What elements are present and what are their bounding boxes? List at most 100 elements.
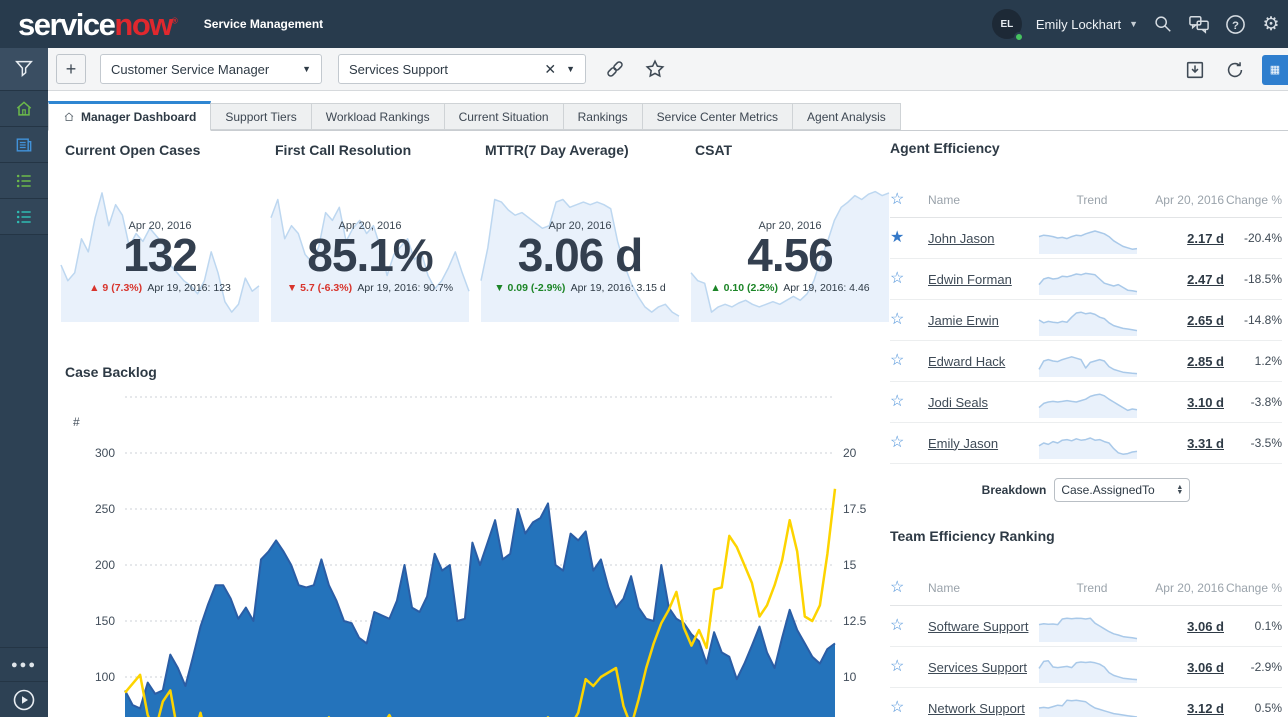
agent-table-header: ☆ Name Trend Apr 20, 2016 Change %: [890, 182, 1282, 218]
clear-filter-icon[interactable]: ✕: [544, 61, 556, 78]
tab-support-tiers[interactable]: Support Tiers: [211, 103, 311, 130]
favorite-star-icon[interactable]: [644, 58, 666, 80]
registered-mark: ®: [172, 16, 178, 25]
play-button[interactable]: [0, 681, 48, 717]
column-name[interactable]: Name: [928, 581, 1038, 595]
gear-icon[interactable]: ⚙: [1260, 13, 1282, 35]
column-trend[interactable]: Trend: [1038, 581, 1146, 595]
favorite-star-icon[interactable]: ☆: [890, 394, 928, 410]
dashboard-toolbar: + Customer Service Manager ▼ Services Su…: [48, 48, 1288, 91]
favorite-star-icon[interactable]: ☆: [890, 312, 928, 328]
play-icon: [12, 688, 36, 712]
agent-name-link[interactable]: John Jason: [928, 231, 1038, 246]
metric-value-link[interactable]: 3.06 d: [1146, 660, 1224, 675]
tab-label: Agent Analysis: [807, 110, 886, 124]
agent-name-link[interactable]: Jamie Erwin: [928, 313, 1038, 328]
metric-value-link[interactable]: 3.31 d: [1146, 436, 1224, 451]
kpi-mttr[interactable]: MTTR(7 Day Average) Apr 20, 2016 3.06 d …: [480, 142, 680, 324]
kpi-delta: ▲ 9 (7.3%) Apr 19, 2016: 123: [60, 282, 260, 294]
funnel-icon: [13, 58, 35, 80]
more-options-icon[interactable]: ●●●: [0, 647, 48, 681]
change-percent: 0.1%: [1224, 619, 1282, 633]
trend-sparkline: [1038, 610, 1138, 642]
svg-text:150: 150: [95, 614, 115, 628]
metric-value-link[interactable]: 3.06 d: [1146, 619, 1224, 634]
tab-manager-dashboard[interactable]: Manager Dashboard: [48, 101, 211, 131]
star-column-icon[interactable]: ☆: [890, 192, 928, 208]
favorite-star-icon[interactable]: ☆: [890, 435, 928, 451]
team-name-link[interactable]: Services Support: [928, 660, 1038, 675]
kpi-delta-change: ▲ 9 (7.3%): [89, 282, 142, 294]
export-icon[interactable]: [1184, 59, 1206, 81]
change-percent: -18.5%: [1224, 272, 1282, 286]
kpi-csat[interactable]: CSAT Apr 20, 2016 4.56 ▲ 0.10 (2.2%) Apr…: [690, 142, 890, 324]
help-icon[interactable]: ?: [1224, 13, 1246, 35]
sidebar-item-list-green[interactable]: [0, 163, 48, 199]
case-backlog-chart[interactable]: 300250200150100#2017.51512.510: [60, 390, 880, 717]
favorite-star-icon[interactable]: ☆: [890, 353, 928, 369]
sidebar-item-home[interactable]: [0, 91, 48, 127]
star-column-icon[interactable]: ☆: [890, 580, 928, 596]
sidebar-item-reports[interactable]: [0, 127, 48, 163]
breakdown-filter-picker[interactable]: Services Support ✕ ▼: [338, 54, 586, 84]
tab-workload-rankings[interactable]: Workload Rankings: [312, 103, 445, 130]
team-name-link[interactable]: Network Support: [928, 701, 1038, 716]
metric-value-link[interactable]: 2.85 d: [1146, 354, 1224, 369]
favorite-star-icon[interactable]: ☆: [890, 659, 928, 675]
link-icon[interactable]: [604, 58, 626, 80]
chat-icon[interactable]: [1188, 13, 1210, 35]
kpi-delta-change: ▲ 0.10 (2.2%): [710, 282, 778, 294]
column-change[interactable]: Change %: [1224, 193, 1282, 207]
team-name-link[interactable]: Software Support: [928, 619, 1038, 634]
kpi-title: MTTR(7 Day Average): [480, 142, 680, 158]
breakdown-select[interactable]: Case.AssignedTo ▲▼: [1054, 478, 1190, 502]
kpi-current-open-cases[interactable]: Current Open Cases Apr 20, 2016 132 ▲ 9 …: [60, 142, 260, 324]
favorite-star-icon[interactable]: ☆: [890, 618, 928, 634]
tab-rankings[interactable]: Rankings: [564, 103, 643, 130]
avatar[interactable]: EL: [992, 9, 1022, 39]
trend-sparkline: [1038, 345, 1138, 377]
favorite-star-icon[interactable]: ☆: [890, 700, 928, 716]
agent-name-link[interactable]: Edward Hack: [928, 354, 1038, 369]
tab-agent-analysis[interactable]: Agent Analysis: [793, 103, 901, 130]
column-change[interactable]: Change %: [1224, 581, 1282, 595]
search-icon[interactable]: [1152, 13, 1174, 35]
column-name[interactable]: Name: [928, 193, 1038, 207]
kpi-first-call-resolution[interactable]: First Call Resolution Apr 20, 2016 85.1%…: [270, 142, 470, 324]
agent-row: ☆ Edwin Forman 2.47 d -18.5%: [890, 259, 1282, 300]
metric-value-link[interactable]: 2.17 d: [1146, 231, 1224, 246]
tab-service-center-metrics[interactable]: Service Center Metrics: [643, 103, 793, 130]
edit-dashboard-button[interactable]: ▦: [1262, 55, 1288, 85]
column-date[interactable]: Apr 20, 2016: [1146, 193, 1224, 207]
agent-name-link[interactable]: Emily Jason: [928, 436, 1038, 451]
metric-value-link[interactable]: 2.47 d: [1146, 272, 1224, 287]
metric-value-link[interactable]: 3.10 d: [1146, 395, 1224, 410]
agent-row: ☆ Emily Jason 3.31 d -3.5%: [890, 423, 1282, 464]
case-backlog-title: Case Backlog: [65, 364, 157, 380]
dashboard-picker[interactable]: Customer Service Manager ▼: [100, 54, 322, 84]
app-header: servicenow® Service Management EL Emily …: [0, 0, 1288, 48]
agent-name-link[interactable]: Edwin Forman: [928, 272, 1038, 287]
svg-text:#: #: [73, 415, 80, 429]
metric-value-link[interactable]: 2.65 d: [1146, 313, 1224, 328]
sidebar-item-filter[interactable]: [0, 48, 48, 91]
column-trend[interactable]: Trend: [1038, 193, 1146, 207]
add-dashboard-button[interactable]: +: [56, 54, 86, 84]
chevron-down-icon[interactable]: ▼: [1129, 19, 1138, 29]
favorite-star-icon[interactable]: ★: [890, 230, 928, 246]
dashboard-picker-value: Customer Service Manager: [111, 62, 302, 77]
refresh-icon[interactable]: [1224, 59, 1246, 81]
svg-text:20: 20: [843, 446, 857, 460]
agent-name-link[interactable]: Jodi Seals: [928, 395, 1038, 410]
sidebar-item-list-teal[interactable]: [0, 199, 48, 235]
svg-text:100: 100: [95, 670, 115, 684]
column-date[interactable]: Apr 20, 2016: [1146, 581, 1224, 595]
home-icon: [14, 99, 34, 119]
user-menu[interactable]: Emily Lockhart: [1036, 17, 1121, 32]
svg-text:250: 250: [95, 502, 115, 516]
tab-current-situation[interactable]: Current Situation: [445, 103, 564, 130]
spinner-icon: ▲▼: [1176, 485, 1183, 495]
avatar-initials: EL: [1000, 19, 1013, 30]
metric-value-link[interactable]: 3.12 d: [1146, 701, 1224, 716]
favorite-star-icon[interactable]: ☆: [890, 271, 928, 287]
